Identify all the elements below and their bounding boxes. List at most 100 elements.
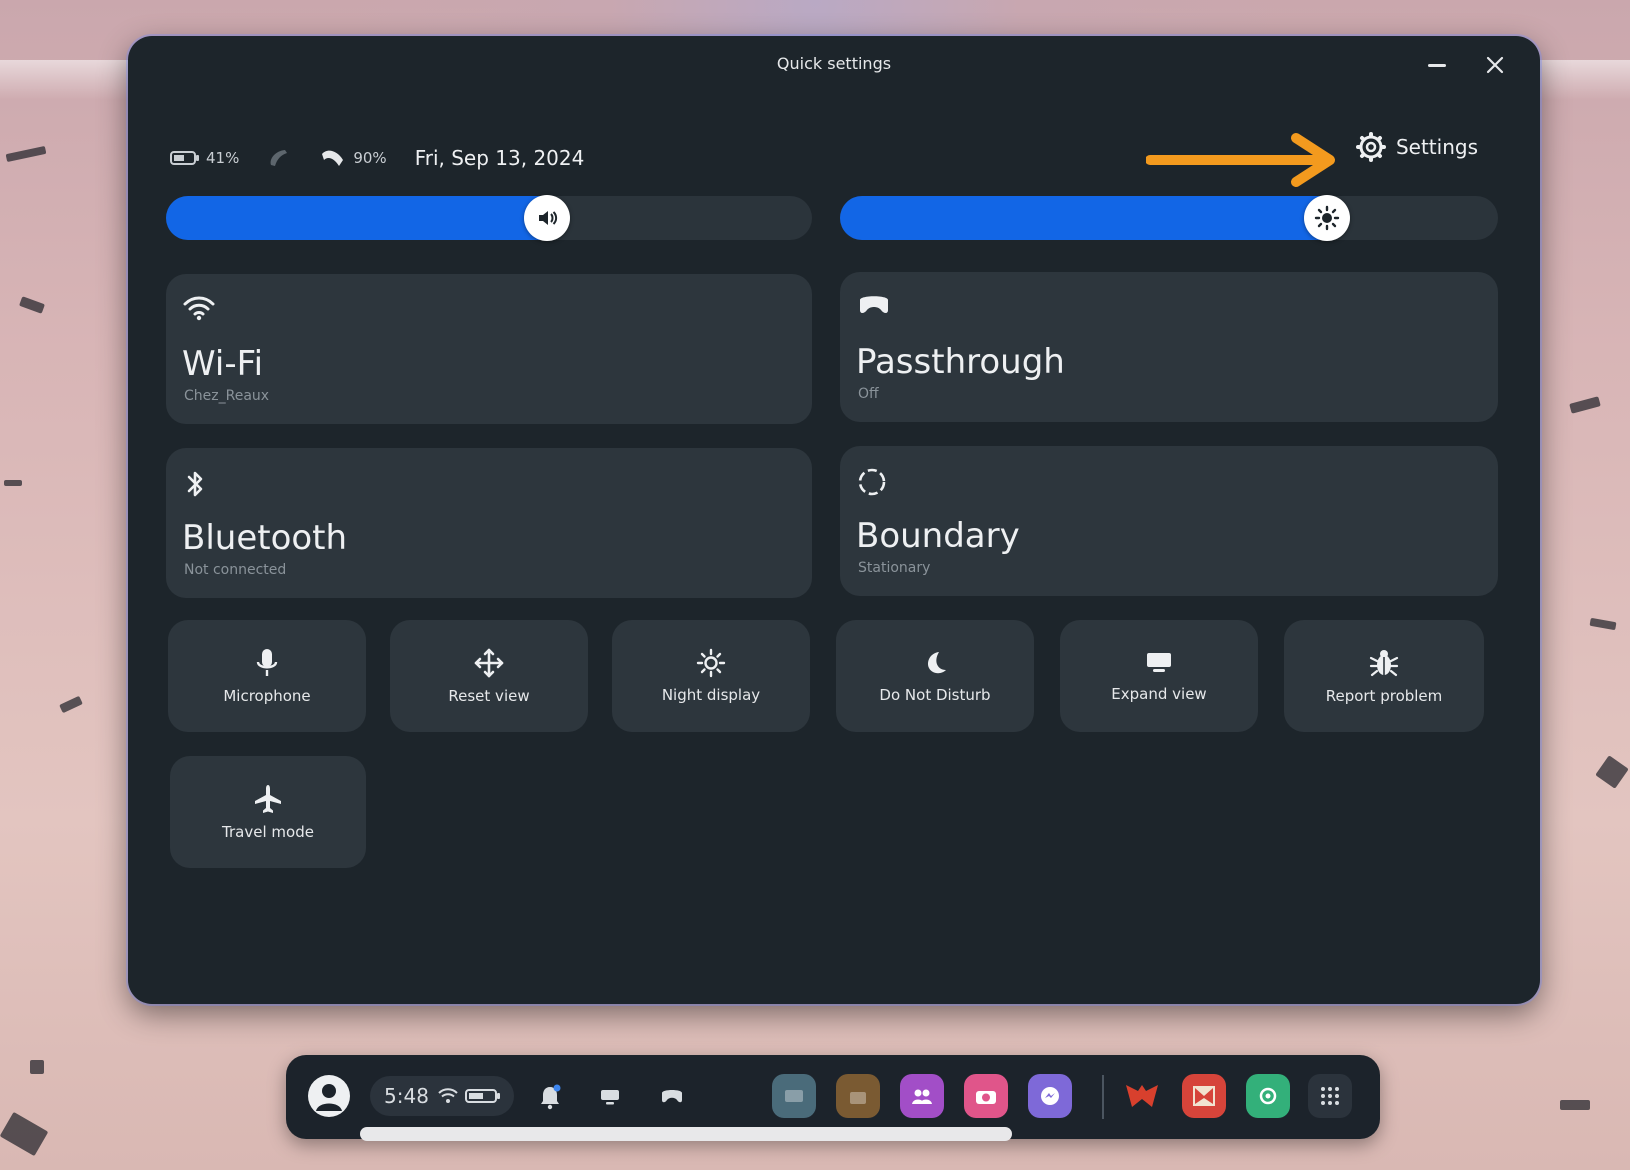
passthrough-dock-button[interactable] [654,1079,690,1115]
dock-scrollbar[interactable] [360,1127,1012,1141]
expand-view-label: Expand view [1111,685,1207,703]
app-people[interactable] [900,1074,944,1118]
gear-icon [1355,132,1386,162]
battery-icon [464,1089,500,1103]
bg-speck [1569,396,1601,414]
app-camera[interactable] [964,1074,1008,1118]
clock-status-pill[interactable]: 5:48 [370,1076,514,1116]
bg-speck [19,296,45,314]
bluetooth-label: Bluetooth [182,518,348,558]
bluetooth-tile[interactable]: Bluetooth Not connected [166,448,812,598]
travel-mode-label: Travel mode [222,823,314,841]
bell-icon [541,1084,561,1110]
app-red-1[interactable] [1120,1074,1164,1118]
bluetooth-icon [187,471,203,497]
app-red-2[interactable] [1182,1074,1226,1118]
boundary-icon [858,468,886,496]
brightness-slider-fill [840,196,1327,240]
wifi-icon [183,296,215,321]
close-icon [1486,56,1504,74]
volume-slider-fill [166,196,547,240]
messenger-icon [1041,1087,1059,1105]
minimize-icon [1428,63,1446,67]
settings-button[interactable]: Settings [1355,132,1478,162]
passthrough-status: Off [858,386,879,402]
annotation-arrow [1146,133,1335,187]
bg-speck [0,1111,49,1157]
bg-speck [4,480,22,486]
close-button[interactable] [1480,50,1510,80]
wifi-label: Wi-Fi [182,344,264,384]
app-green[interactable] [1246,1074,1290,1118]
window-title: Quick settings [776,54,892,73]
microphone-icon [256,649,278,676]
volume-icon [539,211,558,225]
volume-slider-knob[interactable] [524,195,570,241]
headset-battery: 41% [170,149,239,167]
reset-view-label: Reset view [448,687,530,705]
settings-app-icon [1259,1087,1277,1105]
avatar-icon [316,1084,342,1111]
quick-settings-panel: Quick settings 41% 90% Fri, Sep 13, 2024… [128,36,1540,1004]
bg-speck [1560,1100,1590,1110]
microphone-label: Microphone [223,687,311,705]
app-store[interactable] [836,1074,880,1118]
move-icon [474,648,504,678]
dock-separator [1102,1075,1104,1119]
headset-icon [662,1090,682,1103]
brightness-slider[interactable] [840,195,1498,241]
travel-mode-toggle[interactable]: Travel mode [170,756,366,868]
volume-slider[interactable] [166,195,812,241]
do-not-disturb-label: Do Not Disturb [879,686,991,704]
display-icon [601,1090,619,1105]
app-gallery[interactable] [772,1074,816,1118]
bg-speck [1595,755,1629,789]
bg-speck [30,1060,44,1074]
notifications-button[interactable] [532,1079,568,1115]
brightness-slider-knob[interactable] [1304,195,1350,241]
date-label: Fri, Sep 13, 2024 [414,146,585,170]
controller-icon [322,150,344,166]
report-problem-label: Report problem [1325,687,1443,705]
minimize-button[interactable] [1422,50,1452,80]
clock-time: 5:48 [384,1084,429,1108]
camera-icon [976,1091,996,1104]
brightness-icon [696,648,726,678]
passthrough-label: Passthrough [856,342,1065,382]
game-icon [1126,1085,1158,1107]
boundary-label: Boundary [856,516,1020,556]
avatar[interactable] [308,1075,350,1117]
boundary-tile[interactable]: Boundary Stationary [840,446,1498,596]
bg-speck [59,695,83,714]
brightness-icon [1314,205,1340,231]
night-display-label: Night display [661,686,761,704]
do-not-disturb-toggle[interactable]: Do Not Disturb [836,620,1034,732]
app-messenger[interactable] [1028,1074,1072,1118]
wifi-tile[interactable]: Wi-Fi Chez_Reaux [166,274,812,424]
boundary-status: Stationary [858,560,931,576]
bg-speck [1589,617,1617,631]
gallery-icon [785,1090,803,1102]
status-row: 41% 90% Fri, Sep 13, 2024 [170,144,612,172]
battery-icon [170,151,199,165]
settings-label: Settings [1395,135,1478,159]
battery-percent: 41% [206,149,240,167]
moon-icon [928,652,946,674]
people-icon [912,1089,932,1104]
display-button[interactable] [592,1079,628,1115]
display-icon [1147,653,1171,672]
microphone-toggle[interactable]: Microphone [168,620,366,732]
controller-battery: 90% [319,146,387,170]
reset-view-button[interactable]: Reset view [390,620,588,732]
night-display-toggle[interactable]: Night display [612,620,810,732]
expand-view-button[interactable]: Expand view [1060,620,1258,732]
report-problem-button[interactable]: Report problem [1284,620,1484,732]
bug-icon [1369,650,1399,677]
app-library[interactable] [1308,1074,1352,1118]
passthrough-tile[interactable]: Passthrough Off [840,272,1498,422]
store-icon [850,1092,866,1104]
controller-icon [270,150,288,166]
game-icon [1193,1086,1215,1106]
headset-icon [860,296,888,313]
grid-icon [1321,1087,1339,1105]
